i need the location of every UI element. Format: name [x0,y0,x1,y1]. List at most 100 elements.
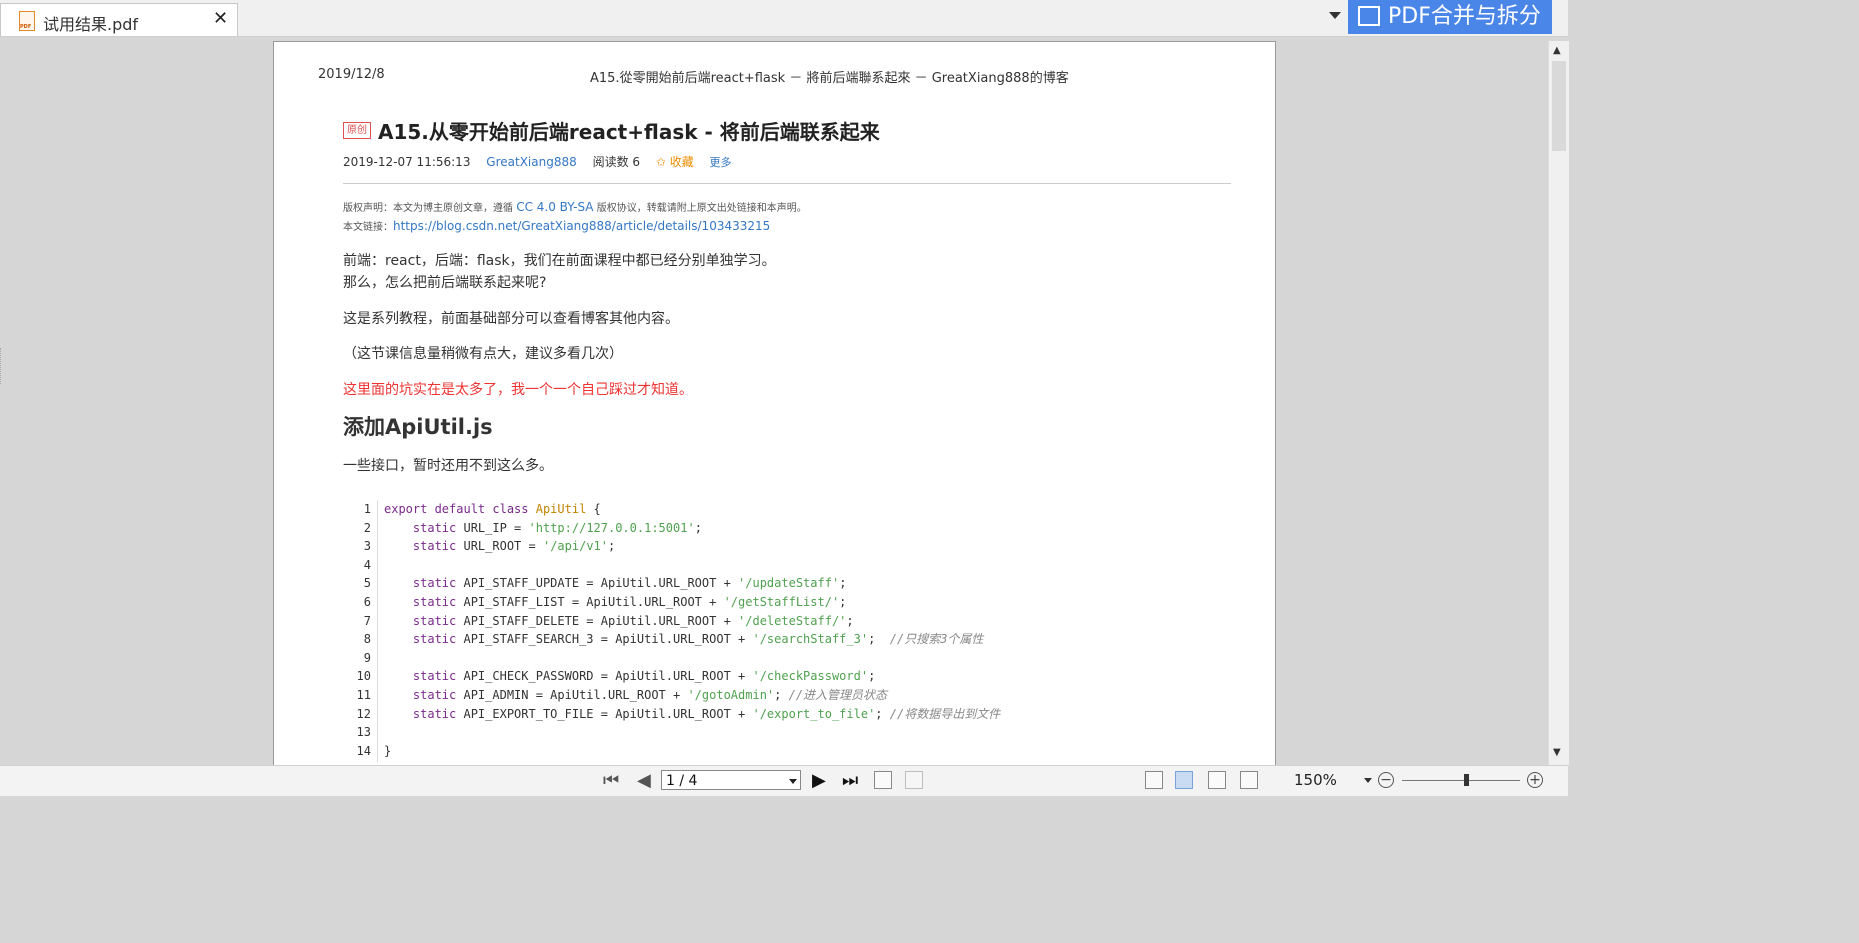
code-text: static API_STAFF_UPDATE = ApiUtil.URL_RO… [384,574,847,593]
code-token: '/searchStaff_3' [752,632,869,647]
code-token: '/api/v1' [542,539,608,554]
page-header-date: 2019/12/8 [318,67,385,82]
article-author-link[interactable]: GreatXiang888 [486,155,576,169]
page-header-title: A15.從零開始前后端react+flask － 將前后端聯系起來 － Grea… [590,71,1069,86]
left-edge-marker [0,348,4,384]
line-number: 7 [363,613,371,628]
code-token: static [384,539,464,554]
code-token: API_ADMIN = ApiUtil.URL_ROOT + [463,687,688,702]
code-line: 9 [354,649,1224,668]
page-number-input[interactable]: 1 / 4 [661,770,801,790]
line-number: 5 [363,576,371,591]
article-url-link[interactable]: https://blog.csdn.net/GreatXiang888/arti… [393,219,770,233]
code-token: 'http://127.0.0.1:5001' [528,520,695,535]
pdf-merge-split-button[interactable]: PDF合并与拆分 [1348,0,1552,34]
code-token: ; [839,594,847,609]
article-meta: 2019-12-07 11:56:13 GreatXiang888 阅读数 6 … [343,153,744,170]
close-tab-icon[interactable]: ✕ [213,8,228,29]
code-token: ; [846,613,854,628]
code-token: ApiUtil [535,502,587,516]
single-page-view-icon[interactable] [1145,771,1163,789]
copyright-notice: 版权声明：本文为博主原创文章，遵循 CC 4.0 BY-SA 版权协议，转载请附… [343,199,807,214]
code-token: API_EXPORT_TO_FILE = ApiUtil.URL_ROOT + [463,706,753,721]
first-page-icon[interactable]: ⏮ [603,770,619,791]
favorite-link[interactable]: ✩ 收藏 [656,155,694,169]
line-number: 13 [356,725,371,740]
code-token: static [384,687,464,702]
line-number: 3 [363,539,371,554]
paragraph-6: 一些接口，暂时还用不到这么多。 [343,458,553,474]
pdf-file-icon [19,11,35,31]
more-link[interactable]: 更多 [710,156,732,169]
code-token: { [586,502,601,516]
code-token: ; [839,576,847,591]
line-number: 1 [363,502,371,516]
code-line: 8 static API_STAFF_SEARCH_3 = ApiUtil.UR… [354,630,1224,649]
continuous-view-icon[interactable] [1175,771,1193,789]
code-text: static URL_IP = 'http://127.0.0.1:5001'; [384,519,702,538]
code-text: } [384,742,391,761]
tab-list-dropdown-icon[interactable] [1329,12,1341,19]
code-line: 11 static API_ADMIN = ApiUtil.URL_ROOT +… [354,686,1224,705]
code-text: static API_STAFF_SEARCH_3 = ApiUtil.URL_… [384,630,984,649]
code-line: 14} [354,742,1224,761]
line-number: 8 [363,632,371,647]
bottom-toolbar: ⏮ ◀ 1 / 4 ▶ ⏭ 150% − + [0,765,1568,796]
zoom-slider-thumb[interactable] [1464,774,1469,786]
thumbnail-view-icon[interactable] [874,771,892,789]
article-link-label: 本文链接： [343,222,393,233]
line-number: 2 [363,520,371,535]
code-token: ; [694,520,702,535]
bookmark-view-icon[interactable] [905,771,923,789]
zoom-out-icon[interactable]: − [1378,772,1394,788]
zoom-in-icon[interactable]: + [1527,772,1543,788]
line-number: 4 [363,557,371,572]
zoom-dropdown-icon[interactable] [1364,778,1372,783]
code-line: 10 static API_CHECK_PASSWORD = ApiUtil.U… [354,667,1224,686]
article-link-line: 本文链接：https://blog.csdn.net/GreatXiang888… [343,218,770,233]
page-number-value: 1 / 4 [666,773,698,789]
scroll-up-icon[interactable]: ▲ [1553,45,1561,56]
scroll-down-icon[interactable]: ▼ [1553,747,1561,758]
code-token: //将数据导出到文件 [889,706,1001,721]
code-token: ; [868,669,876,684]
two-page-view-icon[interactable] [1208,771,1226,789]
line-number: 9 [363,650,371,665]
code-text: static URL_ROOT = '/api/v1'; [384,537,615,556]
code-line: 12 static API_EXPORT_TO_FILE = ApiUtil.U… [354,705,1224,724]
copyright-suffix: 版权协议，转载请附上原文出处链接和本声明。 [593,203,807,214]
code-token: export default class [384,502,536,516]
next-page-icon[interactable]: ▶ [812,770,826,791]
paragraph-1: 前端：react，后端：flask，我们在前面课程中都已经分别单独学习。 [343,253,776,269]
paragraph-2: 那么，怎么把前后端联系起来呢? [343,275,547,291]
code-text: static API_ADMIN = ApiUtil.URL_ROOT + '/… [384,686,887,705]
paragraph-3: 这是系列教程，前面基础部分可以查看博客其他内容。 [343,311,679,327]
zoom-level[interactable]: 150% [1294,771,1337,789]
section-heading: 添加ApiUtil.js [343,415,493,439]
code-token: ; [774,687,789,702]
prev-page-icon[interactable]: ◀ [637,770,651,791]
original-badge: 原创 [343,122,371,139]
code-line: 13 [354,723,1224,742]
code-token: '/updateStaff' [738,576,840,591]
license-link[interactable]: CC 4.0 BY-SA [516,200,593,214]
two-page-continuous-view-icon[interactable] [1240,771,1258,789]
scrollbar-thumb[interactable] [1552,61,1566,151]
paragraph-4: （这节课信息量稍微有点大，建议多看几次） [343,346,623,362]
merge-split-icon [1358,6,1380,26]
code-line: 1 export default class ApiUtil { [354,500,1224,519]
code-token: URL_ROOT = [463,539,543,554]
vertical-scrollbar[interactable]: ▲ ▼ [1548,41,1569,765]
divider [343,183,1231,184]
line-number: 6 [363,594,371,609]
tab-bar: 试用结果.pdf ✕ PDF合并与拆分 [0,0,1568,37]
article-datetime: 2019-12-07 11:56:13 [343,155,471,169]
page-dropdown-icon[interactable] [789,779,797,784]
document-tab[interactable]: 试用结果.pdf ✕ [0,3,238,36]
last-page-icon[interactable]: ⏭ [842,770,858,791]
code-token: URL_IP = [463,520,529,535]
code-token: static [384,613,464,628]
tab-title: 试用结果.pdf [43,15,139,34]
zoom-slider[interactable] [1402,780,1520,781]
code-token: API_STAFF_UPDATE = ApiUtil.URL_ROOT + [463,576,739,591]
